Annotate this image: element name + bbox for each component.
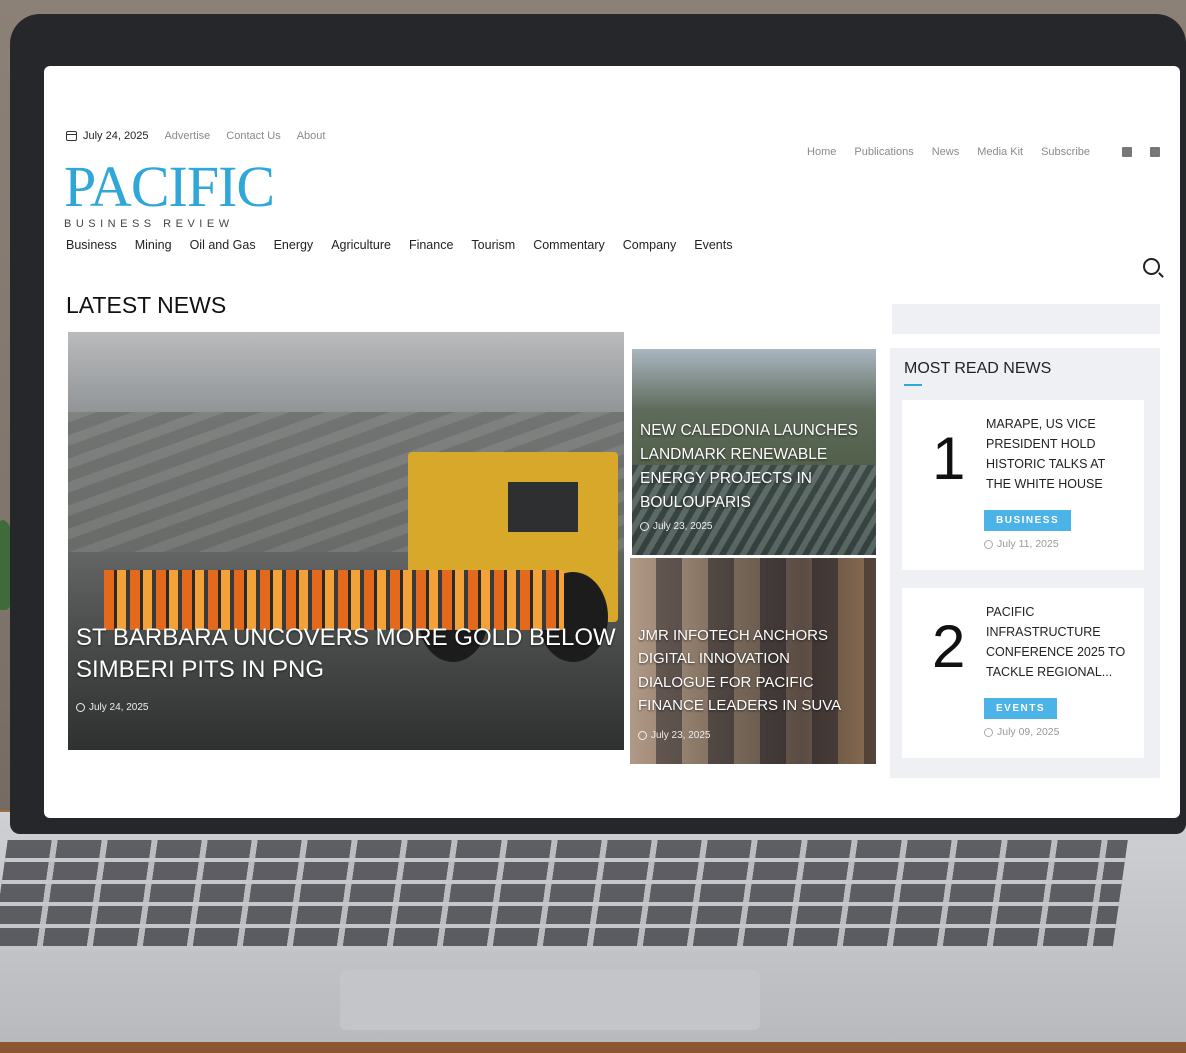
clock-icon <box>984 539 993 549</box>
contact-us-link[interactable]: Contact Us <box>226 130 280 142</box>
laptop-lid: July 24, 2025 Advertise Contact Us About… <box>10 14 1186 834</box>
laptop-base <box>0 812 1186 1042</box>
date-text: July 24, 2025 <box>83 130 149 142</box>
nav-news[interactable]: News <box>932 146 960 158</box>
cat-mining[interactable]: Mining <box>135 238 172 252</box>
cat-tourism[interactable]: Tourism <box>471 238 515 252</box>
laptop-screen: July 24, 2025 Advertise Contact Us About… <box>44 66 1180 818</box>
featured-story-title[interactable]: ST BARBARA UNCOVERS MORE GOLD BELOW SIMB… <box>76 622 616 687</box>
rank-number: 1 <box>932 425 966 492</box>
featured-story[interactable]: ST BARBARA UNCOVERS MORE GOLD BELOW SIMB… <box>68 332 624 750</box>
cat-company[interactable]: Company <box>623 238 677 252</box>
clock-icon <box>76 703 85 712</box>
logo-wordmark: PACIFIC <box>64 154 275 219</box>
nav-subscribe[interactable]: Subscribe <box>1041 146 1090 158</box>
most-read-title[interactable]: PACIFIC INFRASTRUCTURE CONFERENCE 2025 T… <box>986 602 1126 682</box>
clock-icon <box>640 522 649 531</box>
clock-icon <box>638 731 647 740</box>
logo-tagline: BUSINESS REVIEW <box>64 218 234 230</box>
clock-icon <box>984 727 993 737</box>
category-badge[interactable]: EVENTS <box>984 698 1058 719</box>
category-nav: Business Mining Oil and Gas Energy Agric… <box>66 238 732 252</box>
cat-energy[interactable]: Energy <box>274 238 314 252</box>
date-text: July 09, 2025 <box>997 726 1060 738</box>
date-text: July 11, 2025 <box>997 538 1059 550</box>
cat-agriculture[interactable]: Agriculture <box>331 238 391 252</box>
most-read-panel: MOST READ NEWS 1 MARAPE, US VICE PRESIDE… <box>890 348 1160 778</box>
cat-commentary[interactable]: Commentary <box>533 238 605 252</box>
linkedin-icon[interactable] <box>1150 147 1160 157</box>
most-read-item[interactable]: 2 PACIFIC INFRASTRUCTURE CONFERENCE 2025… <box>902 588 1144 758</box>
most-read-title[interactable]: MARAPE, US VICE PRESIDENT HOLD HISTORIC … <box>986 414 1126 494</box>
site-logo[interactable]: PACIFIC BUSINESS REVIEW <box>64 154 275 231</box>
search-icon[interactable] <box>1143 258 1160 275</box>
cat-business[interactable]: Business <box>66 238 117 252</box>
truck-cab <box>508 482 578 532</box>
advertise-link[interactable]: Advertise <box>164 130 210 142</box>
most-read-heading: MOST READ NEWS <box>904 360 1052 377</box>
facebook-icon[interactable] <box>1122 147 1132 157</box>
story-date: July 23, 2025 <box>638 730 711 741</box>
calendar-icon <box>66 131 77 141</box>
story-card[interactable]: JMR INFOTECH ANCHORS DIGITAL INNOVATION … <box>630 558 876 764</box>
about-link[interactable]: About <box>297 130 326 142</box>
date-text: July 23, 2025 <box>653 521 713 532</box>
story-date: July 23, 2025 <box>640 521 713 532</box>
keyboard <box>0 840 1128 950</box>
nav-media-kit[interactable]: Media Kit <box>977 146 1023 158</box>
story-title[interactable]: NEW CALEDONIA LAUNCHES LANDMARK RENEWABL… <box>640 419 868 515</box>
story-title[interactable]: JMR INFOTECH ANCHORS DIGITAL INNOVATION … <box>638 624 868 717</box>
photo-scene: July 24, 2025 Advertise Contact Us About… <box>0 0 1186 1053</box>
primary-nav: Home Publications News Media Kit Subscri… <box>807 146 1160 158</box>
nav-home[interactable]: Home <box>807 146 836 158</box>
most-read-date: July 11, 2025 <box>984 538 1059 550</box>
rank-number: 2 <box>932 613 966 680</box>
header-date: July 24, 2025 <box>66 130 148 142</box>
trackpad <box>340 970 760 1030</box>
top-bar: July 24, 2025 Advertise Contact Us About <box>66 130 325 142</box>
nav-publications[interactable]: Publications <box>854 146 913 158</box>
cat-finance[interactable]: Finance <box>409 238 453 252</box>
date-text: July 24, 2025 <box>89 702 149 713</box>
story-card[interactable]: NEW CALEDONIA LAUNCHES LANDMARK RENEWABL… <box>632 349 876 555</box>
date-text: July 23, 2025 <box>651 730 711 741</box>
most-read-date: July 09, 2025 <box>984 726 1059 738</box>
cat-events[interactable]: Events <box>694 238 732 252</box>
latest-news-heading: LATEST NEWS <box>66 292 227 318</box>
featured-story-date: July 24, 2025 <box>76 702 149 713</box>
sidebar-ad-strip <box>892 304 1160 334</box>
workers-image <box>104 570 564 630</box>
heading-underline <box>904 384 922 386</box>
most-read-item[interactable]: 1 MARAPE, US VICE PRESIDENT HOLD HISTORI… <box>902 400 1144 570</box>
cat-oil-and-gas[interactable]: Oil and Gas <box>190 238 256 252</box>
category-badge[interactable]: BUSINESS <box>984 510 1072 531</box>
